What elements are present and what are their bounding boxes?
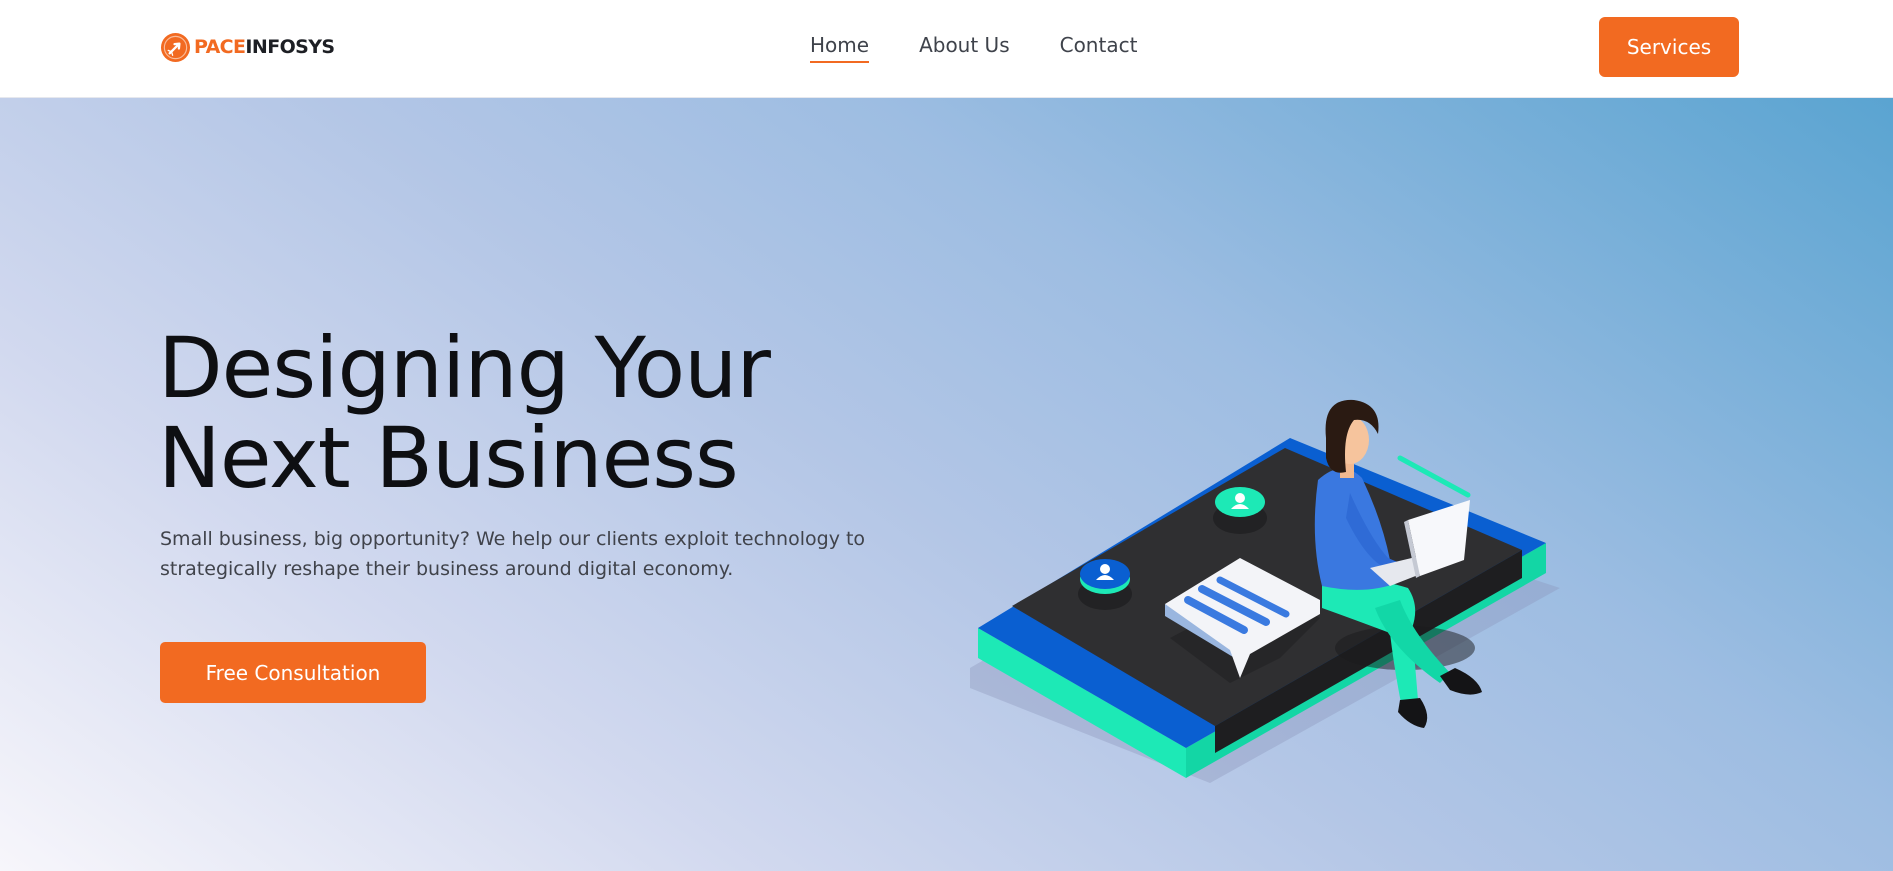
hero-subtitle: Small business, big opportunity? We help… [160, 528, 866, 580]
brand-name-part1: PACE [194, 36, 246, 58]
hero-title-line2: Next Business [158, 409, 739, 507]
woman-shoe-left [1398, 698, 1428, 728]
hero-title: Designing Your Next Business [158, 323, 858, 503]
brand-name-part2: INFOSYS [245, 36, 335, 58]
brand-logo[interactable]: PACEINFOSYS [160, 31, 335, 63]
nav-link-about-us[interactable]: About Us [919, 33, 1010, 63]
hero-section: Designing Your Next Business Small busin… [0, 98, 1893, 871]
nav-link-contact[interactable]: Contact [1060, 33, 1138, 63]
woman-with-laptop-on-smartphone-illustration [970, 399, 1560, 783]
nav-link-home[interactable]: Home [810, 33, 870, 63]
user-icon [1235, 493, 1245, 503]
hero-title-line1: Designing Your [158, 319, 771, 417]
main-nav: Home About Us Contact [810, 33, 1137, 63]
rocket-logo-icon [160, 32, 191, 62]
user-icon [1100, 564, 1110, 574]
free-consultation-button[interactable]: Free Consultation [160, 642, 426, 703]
brand-name: PACEINFOSYS [194, 36, 335, 58]
services-button[interactable]: Services [1599, 17, 1739, 77]
top-navbar: PACEINFOSYS Home About Us Contact Servic… [0, 0, 1893, 98]
